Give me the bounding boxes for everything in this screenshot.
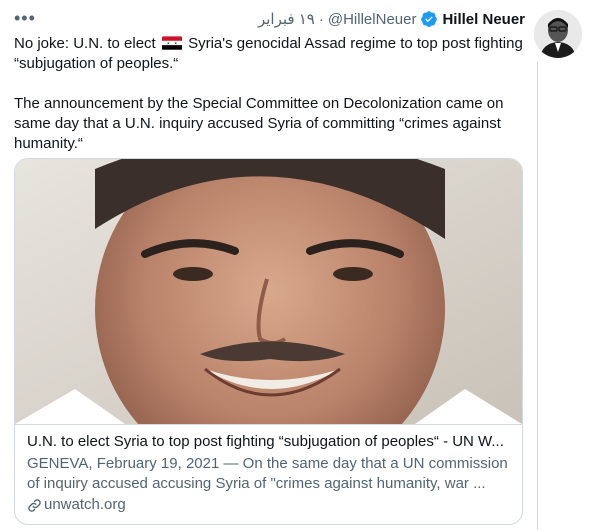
card-domain-text: unwatch.org [44,496,126,513]
author-handle[interactable]: @HillelNeuer [328,11,417,28]
card-domain[interactable]: unwatch.org [27,495,510,515]
tweet-header: ١٩ فبراير · @HillelNeuer Hillel Neuer [0,8,525,30]
card-description: GENEVA, February 19, 2021 — On the same … [27,455,508,492]
tweet-paragraph-1: No joke: U.N. to elect ★ ★ Syria's genoci… [14,34,529,74]
author-avatar[interactable] [534,10,582,58]
link-preview-card[interactable]: U.N. to elect Syria to top post fighting… [14,158,523,525]
link-icon [28,498,41,512]
card-title[interactable]: U.N. to elect Syria to top post fighting… [27,432,510,452]
tweet-text: No joke: U.N. to elect ★ ★ Syria's genoci… [14,34,529,154]
tweet-text-part: No joke: U.N. to elect [14,35,160,52]
svg-text:★: ★ [174,41,178,46]
verified-badge-icon [421,11,438,27]
card-body: U.N. to elect Syria to top post fighting… [15,425,522,515]
tweet-date[interactable]: ١٩ فبراير [258,10,315,28]
tweet-paragraph-2: The announcement by the Special Committe… [14,95,504,152]
card-thumbnail-photo [15,159,522,425]
syria-flag-icon: ★ ★ [161,36,182,50]
thread-divider [537,62,538,530]
separator: · [318,10,324,28]
author-display-name[interactable]: Hillel Neuer [442,11,525,28]
svg-text:★: ★ [166,41,170,46]
